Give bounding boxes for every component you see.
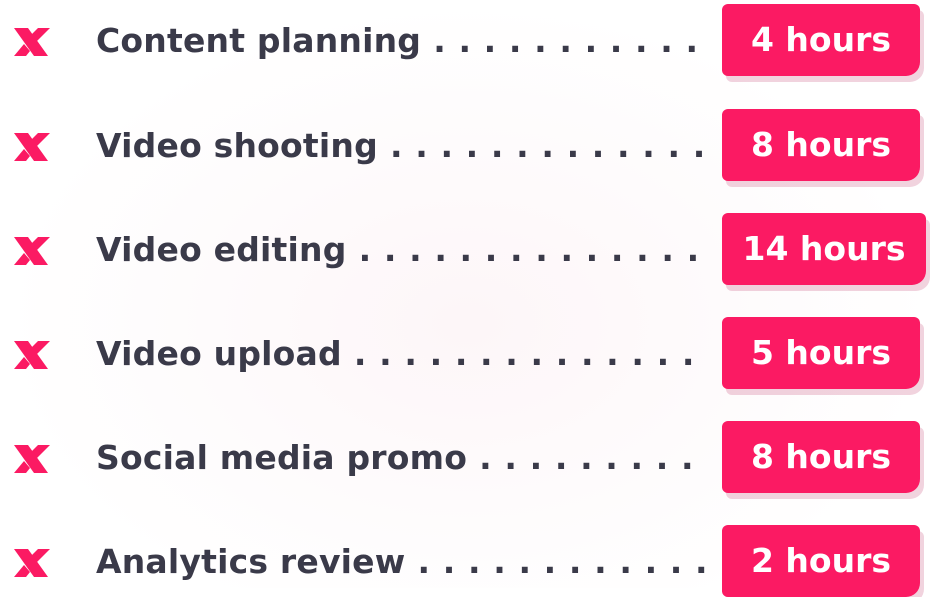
task-label: Video editing <box>96 228 706 272</box>
duration-badge: 5 hours <box>722 317 920 389</box>
duration-badge: 4 hours <box>722 4 920 76</box>
task-label: Content planning <box>96 19 706 63</box>
list-item: Video upload 5 hours <box>0 317 937 389</box>
x-mark-icon <box>14 28 50 56</box>
x-mark-icon <box>14 341 50 369</box>
task-label: Video shooting <box>96 124 706 168</box>
duration-badge: 2 hours <box>722 525 920 597</box>
list-item: Video editing 14 hours <box>0 213 937 285</box>
x-mark-icon <box>14 445 50 473</box>
duration-badge: 8 hours <box>722 109 920 181</box>
duration-badge: 14 hours <box>722 213 926 285</box>
list-item: Video shooting 8 hours <box>0 109 937 181</box>
task-label: Video upload <box>96 332 706 376</box>
list-item: Content planning 4 hours <box>0 4 937 76</box>
x-mark-icon <box>14 133 50 161</box>
list-item: Analytics review 2 hours <box>0 525 937 597</box>
task-label: Social media promo <box>96 436 706 480</box>
task-hours-list: Content planning 4 hours Video shooting … <box>0 0 937 597</box>
duration-badge: 8 hours <box>722 421 920 493</box>
x-mark-icon <box>14 237 50 265</box>
task-label: Analytics review <box>96 540 706 584</box>
x-mark-icon <box>14 549 50 577</box>
list-item: Social media promo 8 hours <box>0 421 937 493</box>
